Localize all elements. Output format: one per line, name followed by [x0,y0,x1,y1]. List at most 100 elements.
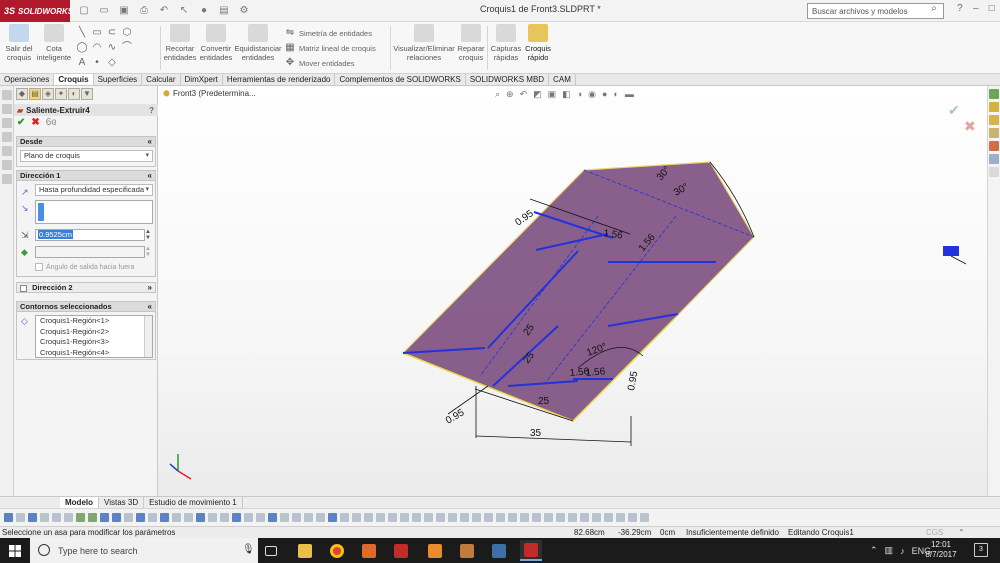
sketch-tool-icon[interactable] [496,513,505,522]
sketch-tool-icon[interactable] [412,513,421,522]
microphone-icon[interactable]: 🎙 [242,544,255,555]
property-icon[interactable] [2,104,12,114]
media-app[interactable] [456,540,478,561]
minimize-icon[interactable]: – [973,3,979,14]
tab-croquis[interactable]: Croquis [54,74,94,85]
list-item[interactable]: Croquis1-Región<3> [38,337,152,348]
graphics-area[interactable]: ⬢ Front3 (Predetermina... ⌕ ⊕ ↶ ◩ ▣ ◧ ◑ … [158,86,987,496]
sketch-tool-icon[interactable] [160,513,169,522]
sketch-tool-icon[interactable] [304,513,313,522]
sketch-tool-icon[interactable] [52,513,61,522]
undo-icon[interactable]: ↶ [156,4,172,18]
sketch-tool-icon[interactable] [448,513,457,522]
new-document-icon[interactable]: ▢ [76,4,92,18]
sketch-tool-icon[interactable] [508,513,517,522]
file-explorer-app[interactable] [294,540,316,561]
sketch-tool-icon[interactable] [520,513,529,522]
polygon-icon[interactable]: ⬡ [121,27,133,39]
sketch-tool-icon[interactable] [244,513,253,522]
sketch-tool-icon[interactable] [100,513,109,522]
sketch-tool-icon[interactable] [172,513,181,522]
tab-mbd[interactable]: SOLIDWORKS MBD [466,74,550,85]
restore-icon[interactable]: □ [989,3,995,14]
sketch-tool-icon[interactable] [568,513,577,522]
sketch-tool-icon[interactable] [196,513,205,522]
select-icon[interactable]: ↖ [176,4,192,18]
sketch-tool-icon[interactable] [268,513,277,522]
list-item[interactable]: Croquis1-Región<1> [38,316,152,327]
linear-pattern-button[interactable]: ▦ Matriz lineal de croquis [284,41,375,55]
sketch-tool-icon[interactable] [460,513,469,522]
volume-icon[interactable]: ♪ [900,546,905,556]
dimension-text[interactable]: 1.56 [585,366,606,379]
solidworks-window-app[interactable] [520,540,542,561]
offset-entities-button[interactable]: Equidistanciar entidades [234,24,282,62]
display-relations-button[interactable]: Visualizar/Eliminar relaciones [393,24,455,62]
point-icon[interactable]: • [91,57,103,69]
arc-icon[interactable]: ◠ [91,42,103,54]
convert-entities-button[interactable]: Convertir entidades [198,24,234,62]
task-view-button[interactable] [260,540,282,561]
sketch-tool-icon[interactable] [556,513,565,522]
extrude-preview[interactable] [401,161,755,422]
sketch-tool-icon[interactable] [340,513,349,522]
property-manager-tab-icon[interactable]: ▤ [29,88,41,100]
spline-icon[interactable]: ∿ [106,42,118,54]
display-tab-icon[interactable]: ◐ [68,88,80,100]
view-triad[interactable] [169,454,192,480]
sketch-tool-icon[interactable] [280,513,289,522]
end-condition-select[interactable]: Hasta profundidad especificada ▾ [35,184,153,196]
smart-dimension-button[interactable]: Cota inteligente [34,24,74,62]
draft-icon[interactable]: ◆ [21,247,28,258]
network-icon[interactable]: ▥ [885,545,894,556]
draft-spinner-icon[interactable]: ▲ ▼ [145,246,151,258]
sketch-tool-icon[interactable] [376,513,385,522]
depth-input[interactable]: 0.9525cm [35,229,145,241]
sketch-tool-icon[interactable] [292,513,301,522]
cam-icon[interactable] [2,160,12,170]
matlab-app[interactable] [358,540,380,561]
search-icon[interactable]: ⌕ [926,3,942,19]
fillet-icon[interactable]: ⌒ [121,42,133,54]
help-icon[interactable]: ? [149,106,154,115]
start-button[interactable] [0,538,30,563]
sketch-tool-icon[interactable] [424,513,433,522]
custom-properties-icon[interactable] [989,167,999,177]
appearances-icon[interactable] [989,141,999,151]
sketch-canvas[interactable]: 0.95 30° 30° 1.56 1.56 25 25 120° 1.56 1… [158,86,987,496]
sketch-tool-icon[interactable] [148,513,157,522]
config-icon[interactable] [2,118,12,128]
rebuild-icon[interactable]: ● [196,4,212,18]
tab-modelo[interactable]: Modelo [60,497,99,508]
solidworks-logo[interactable]: 3S SOLIDWORKS [0,0,73,22]
help-icon[interactable]: ? [957,3,963,14]
tab-render-tools[interactable]: Herramientas de renderizado [223,74,336,85]
sketch-tool-icon[interactable] [592,513,601,522]
sketch-tool-icon[interactable] [208,513,217,522]
list-scrollbar[interactable] [144,316,152,357]
from-select[interactable]: Plano de croquis ▾ [20,150,153,162]
view-palette-icon[interactable] [989,154,999,164]
sketch-tool-icon[interactable] [544,513,553,522]
taskbar-search[interactable]: Type here to search 🎙 [30,538,258,563]
dimension-text[interactable]: 0.95 [626,370,640,392]
configuration-tab-icon[interactable]: ◈ [42,88,54,100]
sketch-tool-icon[interactable] [136,513,145,522]
sketch-tool-icon[interactable] [616,513,625,522]
sketch-tool-icon[interactable] [532,513,541,522]
sketch-tool-icon[interactable] [88,513,97,522]
plane-icon[interactable]: ◇ [106,57,118,69]
sketch-tool-icon[interactable] [364,513,373,522]
show-hidden-icon[interactable]: ⌃ [870,545,878,556]
tab-cam[interactable]: CAM [549,74,576,85]
dimension-text[interactable]: 0.95 [444,407,467,426]
appearance-icon[interactable] [2,174,12,184]
reverse-direction-icon[interactable]: ↗ [21,187,29,198]
photos-app[interactable] [488,540,510,561]
move-entities-button[interactable]: ✥ Mover entidades [284,56,355,70]
from-group-header[interactable]: Desde « [16,136,156,147]
cancel-button[interactable]: ✖ [31,117,39,128]
sketch-tool-icon[interactable] [580,513,589,522]
home-icon[interactable] [989,89,999,99]
display-icon[interactable] [2,146,12,156]
